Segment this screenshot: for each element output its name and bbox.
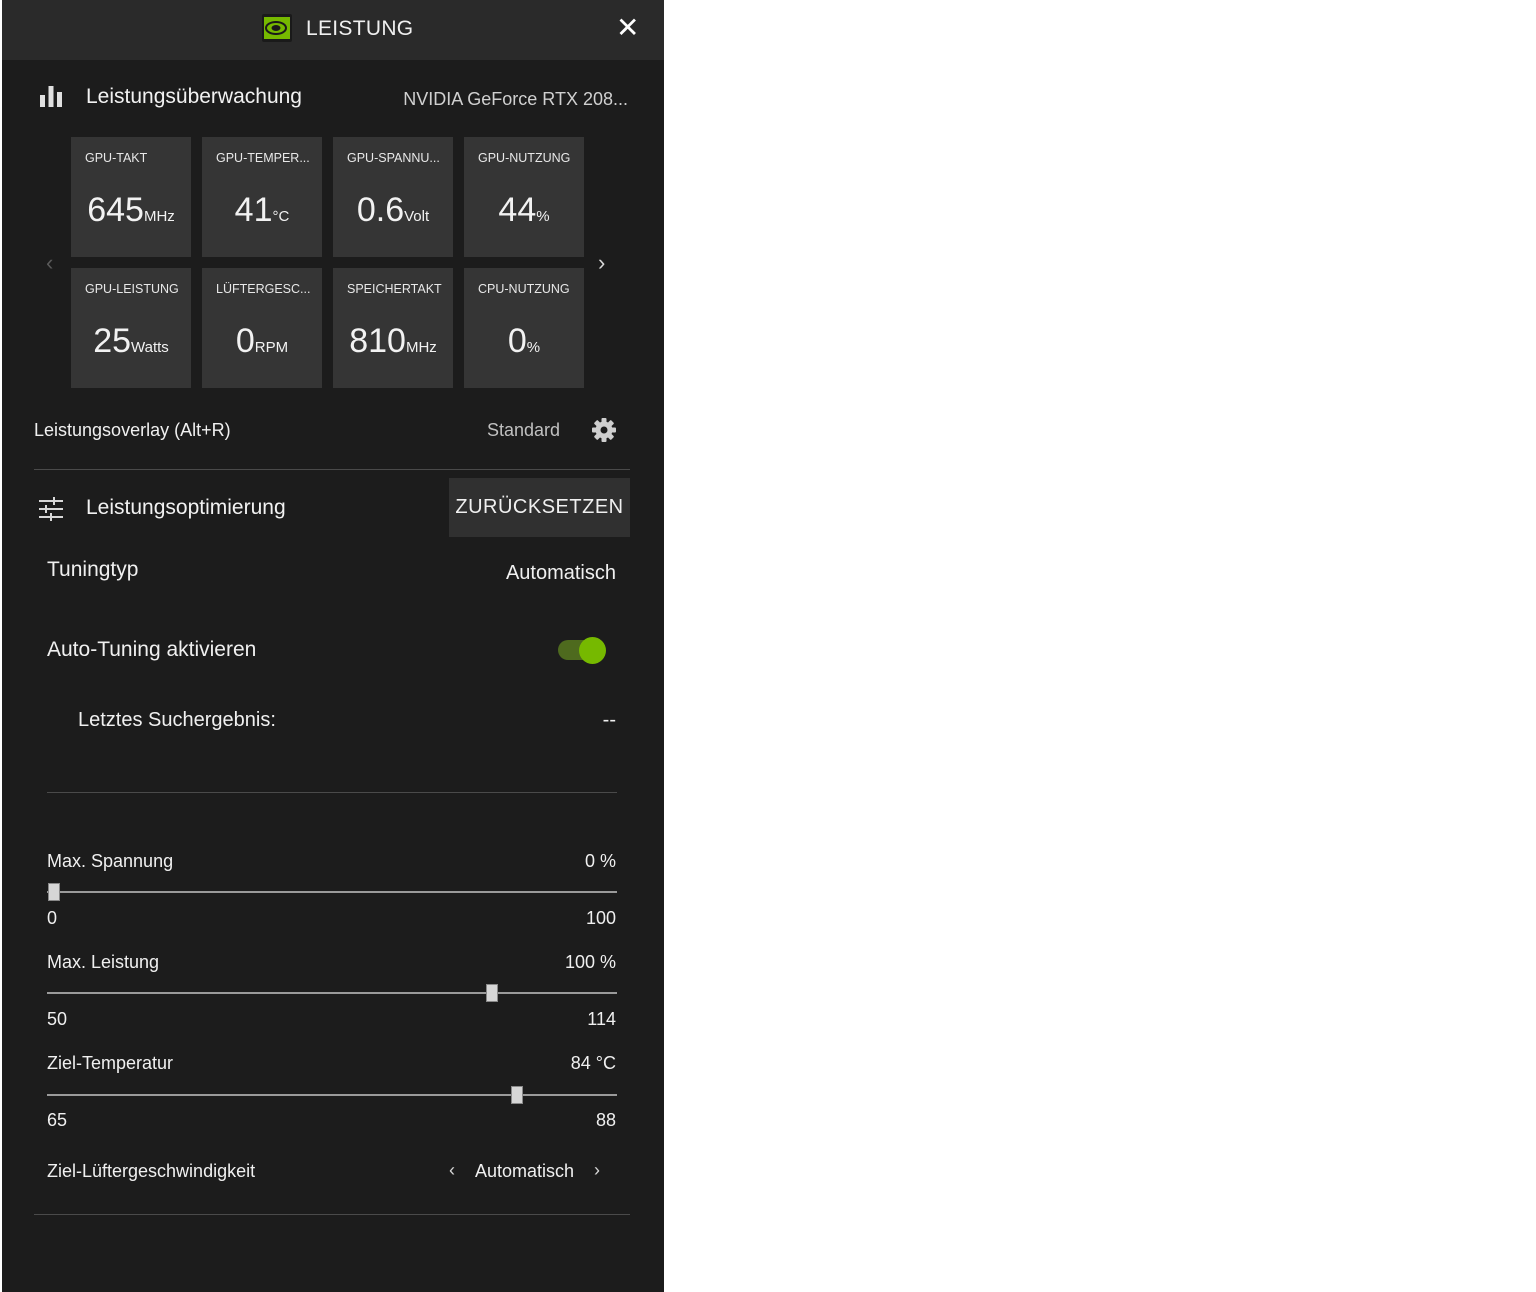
target-temp-min: 65 (47, 1110, 68, 1130)
metric-tile-gpu-voltage: GPU-SPANNU... 0.6Volt (333, 137, 453, 257)
target-fan-speed-value: Automatisch (475, 1161, 575, 1181)
metric-tile-gpu-temp: GPU-TEMPER... 41°C (202, 137, 322, 257)
chevron-left-icon[interactable]: ‹ (46, 250, 53, 276)
monitoring-title: Leistungsüberwachung (86, 85, 302, 108)
metric-unit: MHz (143, 208, 175, 225)
metric-value: 645 (87, 191, 144, 229)
target-temp-max: 88 (595, 1110, 616, 1130)
metric-tile-gpu-clock: GPU-TAKT 645MHz (71, 137, 191, 257)
reset-button[interactable]: ZURÜCKSETZEN (449, 478, 630, 537)
metric-value: 44 (498, 191, 537, 229)
metric-tile-fan-speed: LÜFTERGESC... 0RPM (202, 268, 322, 388)
max-voltage-label: Max. Spannung (47, 851, 174, 871)
nvidia-logo-icon (262, 14, 292, 42)
auto-tuning-label: Auto-Tuning aktivieren (47, 638, 257, 661)
target-fan-speed-label: Ziel-Lüftergeschwindigkeit (47, 1161, 256, 1181)
target-temp-value: 84 °C (570, 1053, 616, 1073)
max-voltage-min: 0 (47, 908, 58, 928)
max-voltage-slider[interactable] (47, 883, 617, 901)
sliders-icon (38, 496, 64, 522)
metric-label: GPU-SPANNU... (347, 151, 440, 165)
overlay-label: Leistungsoverlay (Alt+R) (34, 420, 231, 440)
metric-unit: MHz (405, 339, 437, 356)
last-search-label: Letztes Suchergebnis: (78, 709, 276, 731)
max-power-max: 114 (587, 1009, 616, 1029)
metric-label: GPU-TEMPER... (216, 151, 310, 165)
target-temp-label: Ziel-Temperatur (47, 1053, 174, 1073)
metric-unit: Volt (404, 208, 430, 225)
metric-label: GPU-TAKT (85, 151, 148, 165)
metric-label: GPU-LEISTUNG (85, 282, 179, 296)
metric-unit: RPM (254, 339, 289, 356)
metric-tile-memory-clock: SPEICHERTAKT 810MHz (333, 268, 453, 388)
metric-value: 0 (507, 322, 527, 360)
gear-icon[interactable] (590, 416, 618, 444)
slider-thumb[interactable] (511, 1086, 524, 1104)
overlay-mode[interactable]: Standard (487, 420, 560, 441)
divider (34, 469, 630, 470)
metric-label: GPU-NUTZUNG (478, 151, 571, 165)
metric-label: LÜFTERGESC... (216, 282, 311, 296)
tuning-type-select[interactable]: Automatisch (506, 562, 616, 585)
title-bar: LEISTUNG ✕ (2, 0, 664, 60)
slider-thumb[interactable] (485, 984, 498, 1002)
max-power-value: 100 % (564, 952, 616, 972)
max-power-min: 50 (47, 1009, 68, 1029)
metric-tile-gpu-usage: GPU-NUTZUNG 44% (464, 137, 584, 257)
chevron-right-icon[interactable]: › (594, 1160, 600, 1181)
toggle-knob (579, 637, 606, 664)
performance-panel: LEISTUNG ✕ Leistungsüberwachung NVIDIA G… (2, 0, 664, 1292)
optimization-title: Leistungsoptimierung (86, 496, 286, 519)
chevron-right-icon[interactable]: › (598, 250, 605, 276)
metric-unit: % (536, 208, 550, 225)
metric-label: SPEICHERTAKT (347, 282, 442, 296)
bar-chart-icon (39, 86, 63, 108)
auto-tuning-toggle[interactable] (558, 637, 606, 664)
max-power-label: Max. Leistung (47, 952, 160, 972)
divider (47, 792, 617, 793)
target-temp-slider[interactable] (47, 1086, 617, 1104)
metric-value: 0 (235, 322, 255, 360)
max-voltage-value: 0 % (584, 851, 616, 871)
tuning-type-label: Tuningtyp (47, 558, 139, 581)
metric-label: CPU-NUTZUNG (478, 282, 570, 296)
metric-value: 0.6 (356, 191, 405, 229)
panel-title: LEISTUNG (306, 17, 414, 40)
divider (34, 1214, 630, 1215)
max-power-slider[interactable] (47, 984, 617, 1002)
metric-tile-gpu-power: GPU-LEISTUNG 25Watts (71, 268, 191, 388)
slider-thumb[interactable] (47, 883, 60, 901)
chevron-left-icon[interactable]: ‹ (449, 1160, 455, 1181)
metric-unit: % (526, 339, 541, 356)
gpu-name: NVIDIA GeForce RTX 208... (403, 89, 628, 109)
metric-value: 41 (234, 191, 273, 229)
metric-tile-cpu-usage: CPU-NUTZUNG 0% (464, 268, 584, 388)
metric-value: 810 (349, 322, 406, 360)
metric-value: 25 (93, 322, 132, 360)
metric-unit: Watts (131, 339, 169, 356)
max-voltage-max: 100 (585, 908, 616, 928)
close-icon[interactable]: ✕ (616, 13, 639, 43)
last-search-value: -- (602, 709, 616, 731)
metric-unit: °C (272, 208, 290, 225)
